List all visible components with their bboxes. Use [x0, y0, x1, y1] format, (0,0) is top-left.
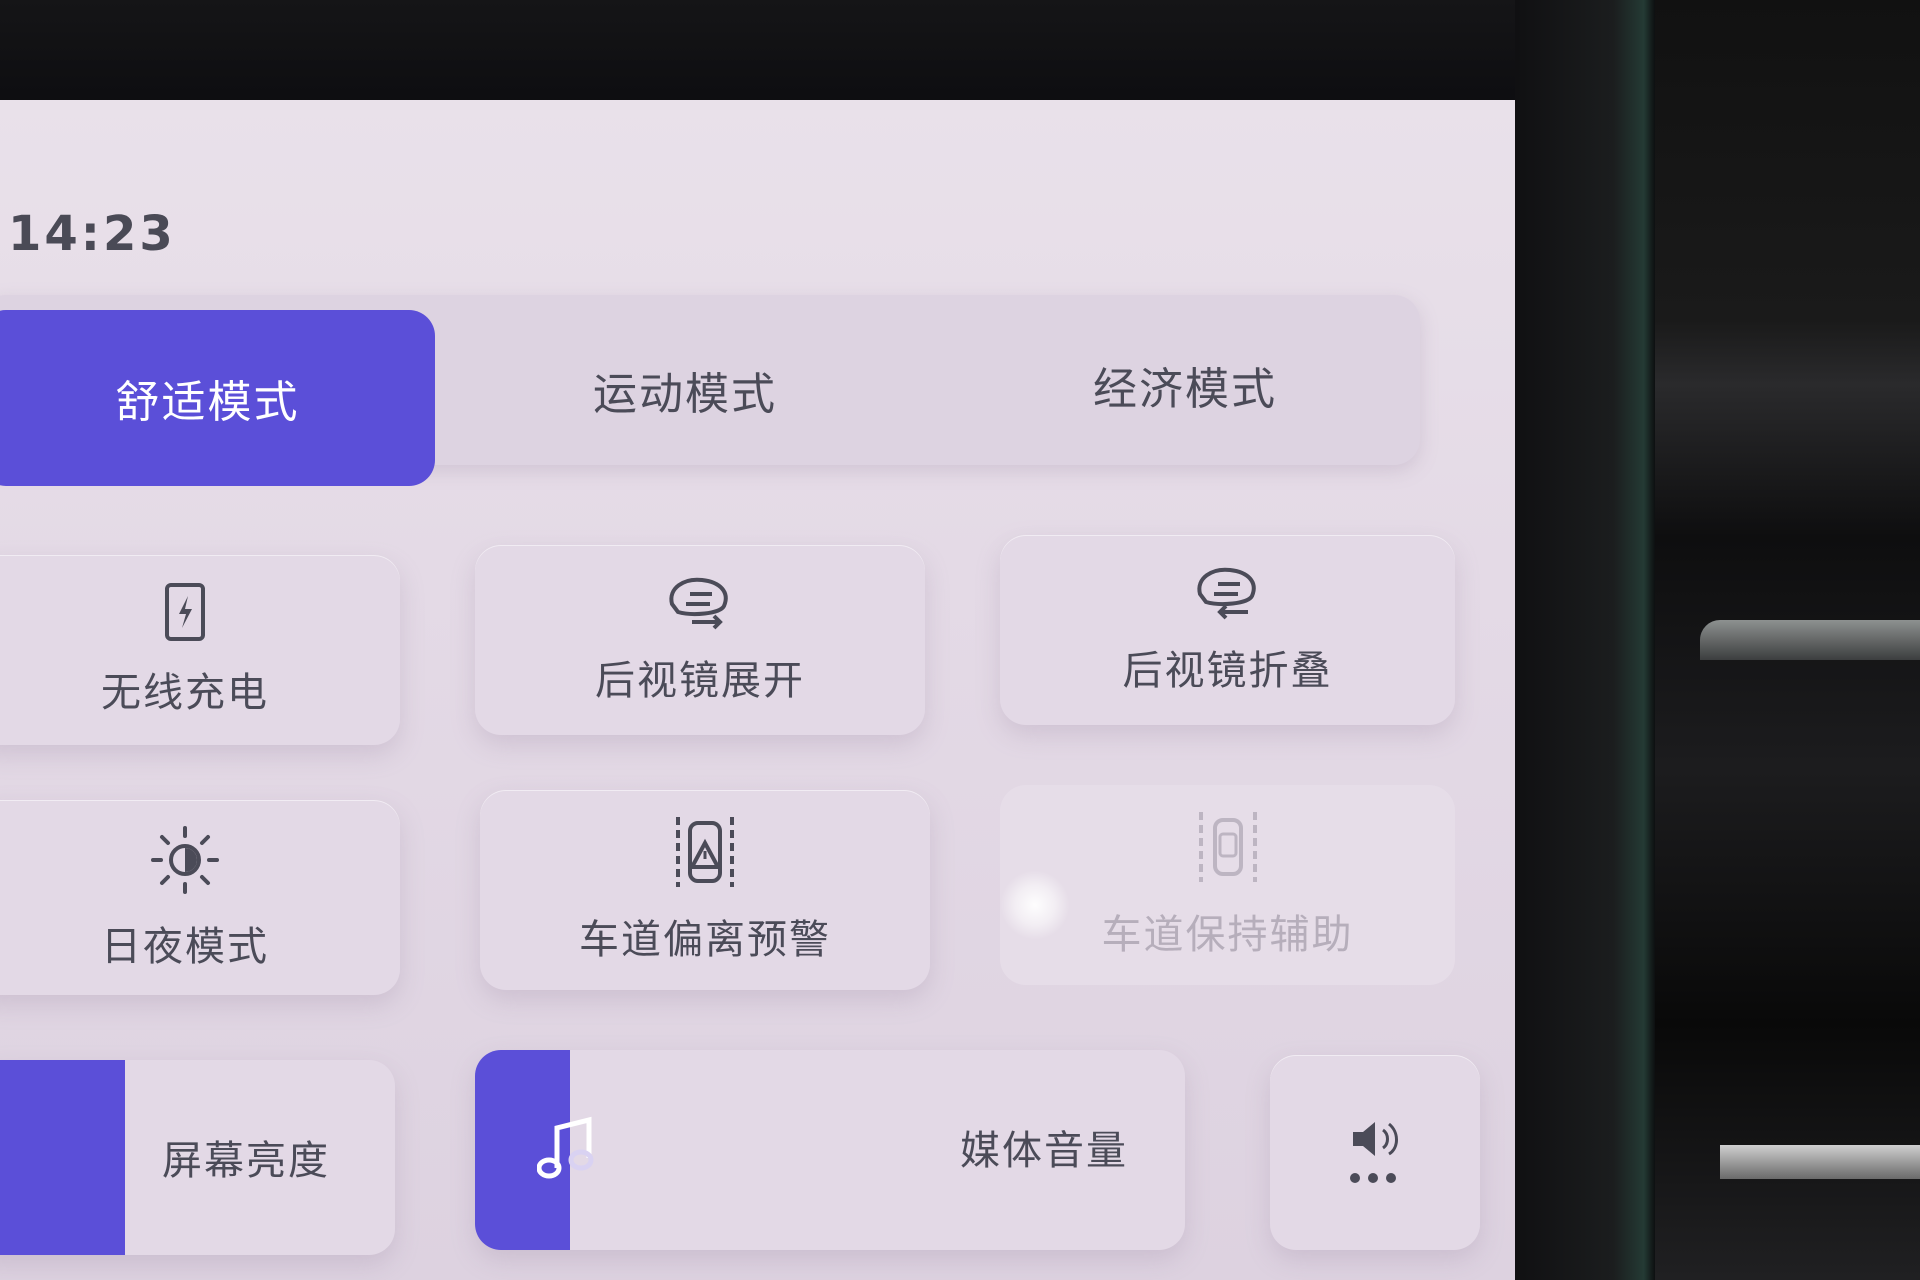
- mirror-unfold-icon: [669, 577, 728, 630]
- music-note-icon: [537, 1116, 594, 1179]
- tab-sport-mode[interactable]: 运动模式: [470, 305, 900, 475]
- wireless-charging-icon: [165, 583, 205, 641]
- dashboard-trim-lower: [1720, 1145, 1920, 1179]
- lane-keep-label: 车道保持辅助: [1101, 912, 1354, 958]
- lane-keep-assist-toggle[interactable]: 车道保持辅助: [1000, 785, 1455, 985]
- dashboard-trim: [1700, 620, 1920, 660]
- control-center-screen: 14:23 舒适模式 运动模式 经济模式 无线充电 后视镜展开 后视镜折叠 日夜…: [0, 100, 1515, 1280]
- brightness-slider-fill: [0, 1060, 125, 1255]
- sun-icon: [151, 825, 219, 894]
- light-glare: [1000, 870, 1070, 940]
- screen-bezel-right: [1515, 0, 1655, 1280]
- media-volume-label: 媒体音量: [960, 1128, 1128, 1174]
- mirror-fold-toggle[interactable]: 后视镜折叠: [1000, 535, 1455, 725]
- mirror-unfold-label: 后视镜展开: [595, 658, 805, 704]
- lane-departure-warning-toggle[interactable]: 车道偏离预警: [480, 790, 930, 990]
- tab-eco-mode[interactable]: 经济模式: [965, 300, 1405, 470]
- tab-comfort-mode[interactable]: 舒适模式: [0, 310, 435, 486]
- volume-more-button[interactable]: [1270, 1055, 1480, 1250]
- wireless-charging-label: 无线充电: [101, 670, 269, 716]
- day-night-mode-toggle[interactable]: 日夜模式: [0, 800, 400, 995]
- day-night-label: 日夜模式: [101, 923, 269, 970]
- wireless-charging-toggle[interactable]: 无线充电: [0, 555, 400, 745]
- speaker-more-icon: [1350, 1121, 1398, 1183]
- lane-departure-icon: [676, 817, 734, 887]
- status-clock: 14:23: [8, 206, 176, 262]
- brightness-label: 屏幕亮度: [162, 1138, 330, 1184]
- screen-brightness-slider[interactable]: 屏幕亮度: [0, 1060, 395, 1255]
- mirror-unfold-toggle[interactable]: 后视镜展开: [475, 545, 925, 735]
- mirror-fold-label: 后视镜折叠: [1122, 648, 1333, 694]
- mirror-fold-icon: [1196, 567, 1256, 620]
- lane-departure-label: 车道偏离预警: [579, 917, 831, 963]
- media-volume-slider[interactable]: 媒体音量: [475, 1050, 1185, 1250]
- lane-keep-icon: [1198, 812, 1257, 882]
